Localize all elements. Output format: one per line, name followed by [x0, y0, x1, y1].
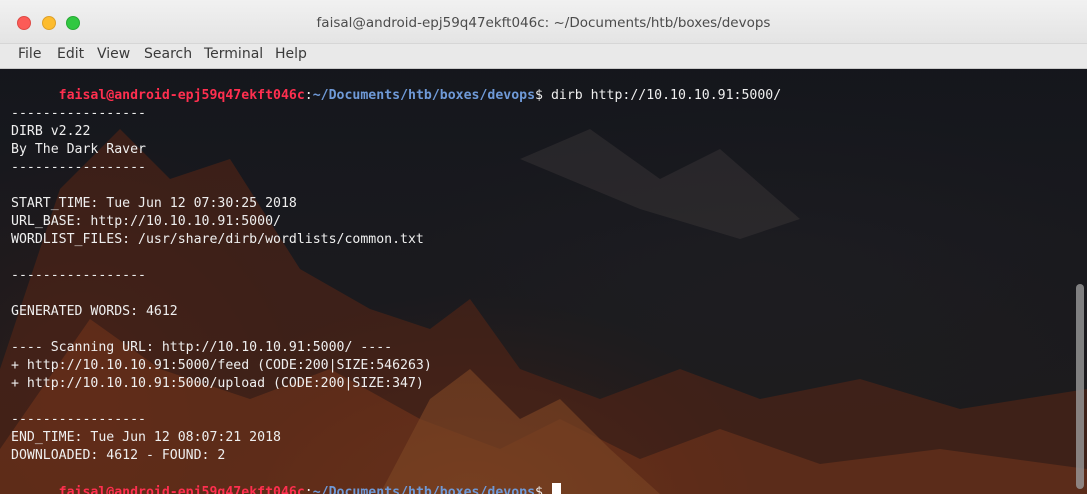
- output-line: ---- Scanning URL: http://10.10.10.91:50…: [11, 340, 393, 355]
- prompt-dollar: $: [535, 88, 543, 103]
- prompt-dollar: $: [535, 485, 543, 494]
- output-line: GENERATED WORDS: 4612: [11, 304, 178, 319]
- output-line: DOWNLOADED: 4612 - FOUND: 2: [11, 448, 226, 463]
- menu-file[interactable]: File: [18, 44, 41, 69]
- prompt-colon: :: [304, 88, 313, 103]
- menu-bar: File Edit View Search Terminal Help: [0, 44, 1087, 69]
- text-cursor: [552, 483, 561, 494]
- output-line: URL_BASE: http://10.10.10.91:5000/: [11, 214, 281, 229]
- prompt-path: ~/Documents/htb/boxes/devops: [312, 88, 536, 103]
- window-titlebar: faisal@android-epj59q47ekft046c: ~/Docum…: [0, 0, 1087, 44]
- output-line: END_TIME: Tue Jun 12 08:07:21 2018: [11, 430, 281, 445]
- output-line: -----------------: [11, 412, 146, 427]
- menu-search[interactable]: Search: [144, 44, 192, 69]
- menu-help[interactable]: Help: [275, 44, 307, 69]
- output-line: -----------------: [11, 106, 146, 121]
- menu-terminal[interactable]: Terminal: [204, 44, 263, 69]
- prompt-user-host: faisal@android-epj59q47ekft046c: [58, 88, 305, 103]
- prompt-user-host: faisal@android-epj59q47ekft046c: [58, 485, 305, 494]
- output-line: DIRB v2.22: [11, 124, 91, 139]
- output-line: By The Dark Raver: [11, 142, 146, 157]
- menu-edit[interactable]: Edit: [57, 44, 84, 69]
- prompt-colon: :: [304, 485, 313, 494]
- output-line: + http://10.10.10.91:5000/upload (CODE:2…: [11, 376, 424, 391]
- command-text: dirb http://10.10.10.91:5000/: [543, 88, 782, 103]
- output-line: START_TIME: Tue Jun 12 07:30:25 2018: [11, 196, 297, 211]
- prompt-line: faisal@android-epj59q47ekft046c:~/Docume…: [11, 69, 782, 103]
- output-line: -----------------: [11, 268, 146, 283]
- window-title: faisal@android-epj59q47ekft046c: ~/Docum…: [316, 15, 771, 31]
- output-line: + http://10.10.10.91:5000/feed (CODE:200…: [11, 358, 432, 373]
- vertical-scrollbar[interactable]: [1076, 284, 1084, 489]
- prompt-line-current[interactable]: faisal@android-epj59q47ekft046c:~/Docume…: [11, 465, 561, 494]
- terminal-output-area[interactable]: faisal@android-epj59q47ekft046c:~/Docume…: [0, 69, 1087, 494]
- prompt-path: ~/Documents/htb/boxes/devops: [312, 485, 536, 494]
- output-line: -----------------: [11, 160, 146, 175]
- menu-view[interactable]: View: [97, 44, 130, 69]
- output-line: WORDLIST_FILES: /usr/share/dirb/wordlist…: [11, 232, 424, 247]
